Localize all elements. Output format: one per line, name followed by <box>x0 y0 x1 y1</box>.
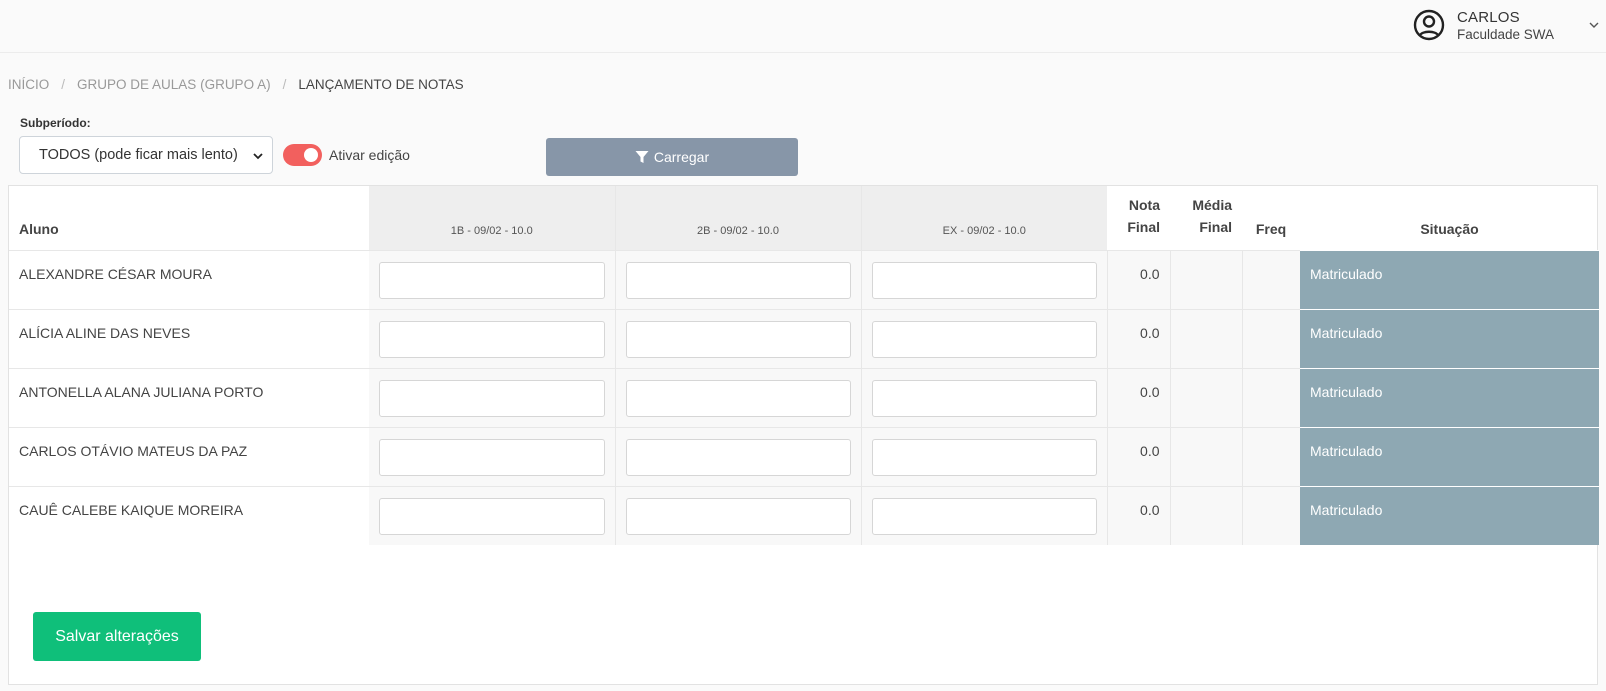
grade-cell <box>860 308 1107 368</box>
table-row: CAUÊ CALEBE KAIQUE MOREIRA 0.0 Matricula… <box>9 485 1599 545</box>
table-row: ALEXANDRE CÉSAR MOURA 0.0 Matriculado <box>9 249 1599 309</box>
final-average-value <box>1169 367 1242 427</box>
table-row: ANTONELLA ALANA JULIANA PORTO 0.0 Matric… <box>9 367 1599 427</box>
final-average-value <box>1169 426 1242 486</box>
subperiod-selected-value: TODOS (pode ficar mais lento) <box>39 147 238 163</box>
grade-input-2b[interactable] <box>625 379 851 417</box>
load-button[interactable]: Carregar <box>546 138 798 176</box>
grade-cell <box>614 426 861 486</box>
header-final-average: Média Final <box>1170 186 1242 250</box>
grade-input-2b[interactable] <box>625 320 851 358</box>
toggle-knob <box>304 148 318 162</box>
student-name: ALÍCIA ALINE DAS NEVES <box>9 308 369 368</box>
final-average-value <box>1169 249 1242 309</box>
edit-toggle-label: Ativar edição <box>329 147 410 163</box>
breadcrumb-class-group[interactable]: GRUPO DE AULAS (GRUPO A) <box>77 77 271 92</box>
frequency-value <box>1241 485 1300 545</box>
frequency-value <box>1241 367 1300 427</box>
header-final-average-line1: Média <box>1192 196 1232 213</box>
table-row: CARLOS OTÁVIO MATEUS DA PAZ 0.0 Matricul… <box>9 426 1599 486</box>
breadcrumb-home[interactable]: INÍCIO <box>8 77 49 92</box>
header-grade-1b: 1B - 09/02 - 10.0 <box>369 186 615 250</box>
status-badge: Matriculado <box>1300 485 1599 545</box>
header-grade-2b: 2B - 09/02 - 10.0 <box>614 186 861 250</box>
grade-input-1b[interactable] <box>379 379 605 417</box>
status-badge: Matriculado <box>1300 367 1599 427</box>
grade-input-ex[interactable] <box>871 379 1097 417</box>
grade-cell <box>860 249 1107 309</box>
save-changes-button[interactable]: Salvar alterações <box>33 612 201 661</box>
frequency-value <box>1241 308 1300 368</box>
grade-cell <box>369 426 615 486</box>
final-grade-value: 0.0 <box>1106 426 1170 486</box>
final-grade-value: 0.0 <box>1106 308 1170 368</box>
status-badge: Matriculado <box>1300 426 1599 486</box>
grade-cell <box>860 367 1107 427</box>
grade-cell <box>614 249 861 309</box>
header-grade-ex: EX - 09/02 - 10.0 <box>860 186 1107 250</box>
grade-cell <box>614 485 861 545</box>
edit-toggle[interactable] <box>283 144 322 166</box>
grade-input-1b[interactable] <box>379 320 605 358</box>
grade-input-1b[interactable] <box>379 497 605 535</box>
grade-cell <box>369 485 615 545</box>
final-grade-value: 0.0 <box>1106 367 1170 427</box>
grade-input-1b[interactable] <box>379 438 605 476</box>
student-name: ANTONELLA ALANA JULIANA PORTO <box>9 367 369 427</box>
user-menu[interactable]: CARLOS Faculdade SWA <box>1413 7 1606 47</box>
grade-input-ex[interactable] <box>871 438 1097 476</box>
subperiod-label: Subperíodo: <box>20 116 91 130</box>
grades-table: Aluno 1B - 09/02 - 10.0 2B - 09/02 - 10.… <box>9 186 1599 545</box>
header-status: Situação <box>1420 220 1479 237</box>
frequency-value <box>1241 426 1300 486</box>
subperiod-select[interactable]: TODOS (pode ficar mais lento) <box>19 136 273 174</box>
header-final-average-line2: Final <box>1199 218 1232 235</box>
header-frequency: Freq <box>1255 220 1287 237</box>
user-name: CARLOS <box>1457 9 1520 26</box>
chevron-down-icon <box>253 153 263 160</box>
header-final-grade-line1: Nota <box>1128 196 1160 213</box>
header-final-grade: Nota Final <box>1107 186 1170 250</box>
header-student: Aluno <box>19 220 59 237</box>
grade-cell <box>369 249 615 309</box>
grade-cell <box>860 485 1107 545</box>
grade-cell <box>369 308 615 368</box>
grade-cell <box>369 367 615 427</box>
load-button-label: Carregar <box>653 149 710 165</box>
grade-input-ex[interactable] <box>871 261 1097 299</box>
header-final-grade-line2: Final <box>1127 218 1160 235</box>
student-name: CARLOS OTÁVIO MATEUS DA PAZ <box>9 426 369 486</box>
frequency-value <box>1241 249 1300 309</box>
grade-cell <box>614 367 861 427</box>
grade-input-ex[interactable] <box>871 497 1097 535</box>
filter-icon <box>635 151 649 163</box>
final-grade-value: 0.0 <box>1106 249 1170 309</box>
grade-input-2b[interactable] <box>625 497 851 535</box>
final-average-value <box>1169 308 1242 368</box>
grades-card: Aluno 1B - 09/02 - 10.0 2B - 09/02 - 10.… <box>8 185 1599 685</box>
status-badge: Matriculado <box>1300 249 1599 309</box>
grade-cell <box>860 426 1107 486</box>
final-grade-value: 0.0 <box>1106 485 1170 545</box>
breadcrumb-separator: / <box>282 77 287 92</box>
user-circle-icon <box>1413 9 1445 41</box>
table-row: ALÍCIA ALINE DAS NEVES 0.0 Matriculado <box>9 308 1599 368</box>
status-badge: Matriculado <box>1300 308 1599 368</box>
top-header: CARLOS Faculdade SWA <box>0 0 1606 53</box>
grade-input-2b[interactable] <box>625 261 851 299</box>
grade-input-1b[interactable] <box>379 261 605 299</box>
breadcrumb: INÍCIO / GRUPO DE AULAS (GRUPO A) / LANÇAMEN… <box>8 77 464 92</box>
grade-input-ex[interactable] <box>871 320 1097 358</box>
grade-input-2b[interactable] <box>625 438 851 476</box>
breadcrumb-current: LANÇAMENTO DE NOTAS <box>298 77 464 92</box>
grade-cell <box>614 308 861 368</box>
student-name: ALEXANDRE CÉSAR MOURA <box>9 249 369 309</box>
table-header-row: Aluno 1B - 09/02 - 10.0 2B - 09/02 - 10.… <box>9 186 1599 250</box>
user-organization: Faculdade SWA <box>1457 27 1555 42</box>
breadcrumb-separator: / <box>61 77 66 92</box>
chevron-down-icon[interactable] <box>1588 19 1600 31</box>
student-name: CAUÊ CALEBE KAIQUE MOREIRA <box>9 485 369 545</box>
final-average-value <box>1169 485 1242 545</box>
